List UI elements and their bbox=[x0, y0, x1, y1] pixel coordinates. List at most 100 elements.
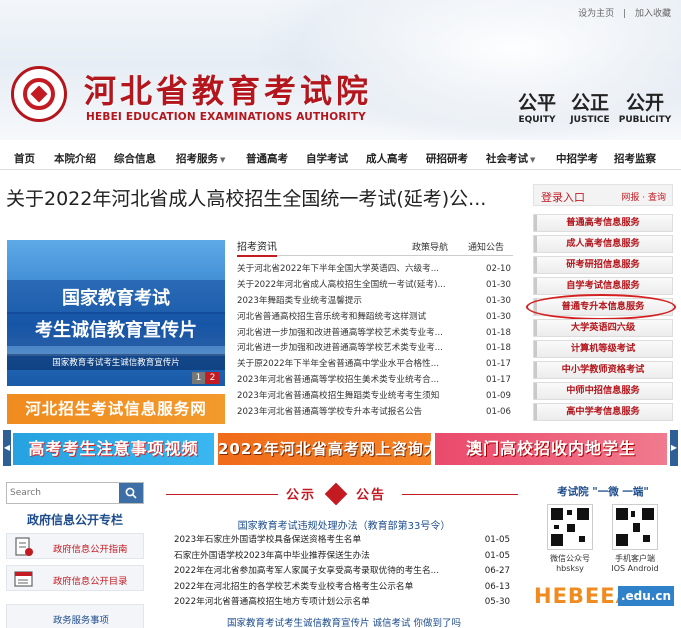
promo-macau[interactable]: 澳门高校招收内地学生 bbox=[435, 433, 667, 465]
add-favorite-link[interactable]: 加入收藏 bbox=[635, 9, 671, 19]
nav-general-info[interactable]: 综合信息 bbox=[114, 151, 156, 166]
chevron-down-icon: ▼ bbox=[530, 156, 536, 164]
tab-notices[interactable]: 通知公告 bbox=[468, 240, 504, 253]
nav-adult-exam[interactable]: 成人高考 bbox=[366, 151, 408, 166]
banner-page-1[interactable]: 1 bbox=[192, 372, 205, 384]
list-item[interactable]: 2023年舞蹈类专业统考温馨提示 01-30 bbox=[237, 294, 513, 310]
app-label: 手机客户端 IOS Android bbox=[605, 553, 665, 573]
nav-gaokao[interactable]: 普通高考 bbox=[246, 151, 288, 166]
login-entry-title[interactable]: 登录入口 bbox=[541, 189, 585, 205]
nav-social-exam[interactable]: 社会考试 ▼ bbox=[486, 151, 535, 166]
service-self-study[interactable]: 自学考试信息服务 bbox=[533, 277, 673, 295]
nav-home[interactable]: 首页 bbox=[14, 151, 35, 166]
service-xuekao[interactable]: 高中学考信息服务 bbox=[533, 403, 673, 421]
service-adult[interactable]: 成人高考信息服务 bbox=[533, 235, 673, 253]
integrity-video-link[interactable]: 国家教育考试考生诚信教育宣传片 诚信考试 你做到了吗 bbox=[174, 615, 514, 628]
login-links[interactable]: 网报 · 查询 bbox=[621, 190, 666, 203]
list-item[interactable]: 2022年在河北招生的各学校艺术类专业校考合格考生公示名单 06-13 bbox=[174, 580, 514, 596]
announce-title: 石家庄外国语学校2023年高中毕业推荐保送生办法 bbox=[174, 550, 370, 561]
divider bbox=[166, 494, 278, 495]
promo-consult-hall[interactable]: 2022年河北省高考网上咨询大厅 bbox=[218, 433, 431, 465]
news-title: 关于原2022年下半年全省普通高中学业水平合格性... bbox=[237, 359, 439, 370]
gov-services-label: 政务服务事项 bbox=[53, 615, 109, 626]
site-header: 设为主页 | 加入收藏 河北省教育考试院 HEBEI EDUCATION EXA… bbox=[0, 0, 681, 140]
nav-about[interactable]: 本院介绍 bbox=[54, 151, 96, 166]
news-date: 01-18 bbox=[486, 343, 511, 354]
news-date: 01-18 bbox=[486, 327, 511, 338]
announce-right-label[interactable]: 公告 bbox=[356, 484, 386, 503]
set-homepage-link[interactable]: 设为主页 bbox=[578, 9, 614, 19]
motto-justice-en: JUSTICE bbox=[570, 115, 610, 125]
search-button[interactable] bbox=[119, 483, 143, 503]
headline-link[interactable]: 关于2022年河北省成人高校招生全国统一考试(延考)公... bbox=[6, 184, 524, 211]
search-input[interactable] bbox=[7, 483, 119, 503]
news-title: 2023年河北省普通高校招生舞蹈类专业统考考生须知 bbox=[237, 391, 440, 402]
list-item[interactable]: 2023年河北省普通高等学校招生美术类专业统考合... 01-17 bbox=[237, 373, 513, 389]
list-item[interactable]: 石家庄外国语学校2023年高中毕业推荐保送生办法 01-05 bbox=[174, 549, 514, 565]
announce-date: 05-30 bbox=[484, 597, 510, 607]
nav-exam-services[interactable]: 招考服务 ▼ bbox=[176, 151, 225, 166]
list-item[interactable]: 河北省进一步加强和改进普通高等学校艺术类专业考... 01-18 bbox=[237, 341, 513, 357]
chevron-right-icon[interactable]: ▶ bbox=[670, 430, 678, 466]
hebeea-logo-link[interactable]: HEBEEA .edu.cn bbox=[534, 584, 674, 610]
list-item[interactable]: 2022年在河北省参加高考军人家属子女享受高考录取优待的考生名... 06-27 bbox=[174, 564, 514, 580]
announce-left-label[interactable]: 公示 bbox=[286, 484, 316, 503]
motto-publicity-cn: 公开 bbox=[625, 92, 664, 114]
list-item[interactable]: 2022年河北省普通高校招生地方专项计划公示名单 05-30 bbox=[174, 595, 514, 611]
logo-emblem-icon[interactable] bbox=[11, 66, 67, 122]
top-links-divider: | bbox=[623, 9, 627, 19]
nav-postgraduate[interactable]: 研招研考 bbox=[426, 151, 468, 166]
gov-catalog-label: 政府信息公开目录 bbox=[53, 576, 128, 587]
news-title: 2023年河北省普通高等学校招生美术类专业统考合... bbox=[237, 375, 439, 386]
banner-line1: 国家教育考试 bbox=[7, 280, 225, 314]
regulation-link[interactable]: 国家教育考试违规处理办法（教育部第33号令） bbox=[174, 517, 514, 532]
news-date: 01-30 bbox=[486, 279, 511, 290]
chevron-down-icon: ▼ bbox=[220, 156, 226, 164]
nav-zhongkao[interactable]: 中招学考 bbox=[556, 151, 598, 166]
gov-catalog-link[interactable]: 政府信息公开目录 bbox=[6, 565, 144, 591]
wechat-label: 微信公众号 hbsksy bbox=[540, 553, 600, 573]
service-computer-exam[interactable]: 计算机等级考试 bbox=[533, 340, 673, 358]
hebei-info-service-banner[interactable]: 河北招生考试信息服务网 bbox=[7, 394, 225, 424]
list-item[interactable]: 关于河北省2022年下半年全国大学英语四、六级考... 02-10 bbox=[237, 262, 513, 278]
site-subtitle: HEBEI EDUCATION EXAMINATIONS AUTHORITY bbox=[86, 111, 366, 123]
banner-caption: 国家教育考试考生诚信教育宣传片 bbox=[7, 354, 225, 370]
main-nav: 首页 本院介绍 综合信息 招考服务 ▼ 普通高考 自学考试 成人高考 研招研考 社… bbox=[0, 146, 681, 170]
service-postgraduate[interactable]: 研考研招信息服务 bbox=[533, 256, 673, 274]
news-list: 关于河北省2022年下半年全国大学英语四、六级考... 02-10 关于2022年… bbox=[237, 262, 513, 421]
tab-exam-news[interactable]: 招考资讯 bbox=[237, 238, 277, 257]
nav-self-study[interactable]: 自学考试 bbox=[306, 151, 348, 166]
list-item[interactable]: 2023年河北省普通高等学校专升本考试报名公告 01-06 bbox=[237, 405, 513, 421]
banner-page-2[interactable]: 2 bbox=[206, 372, 219, 384]
gov-info-title: 政府信息公开专栏 bbox=[26, 513, 123, 527]
motto-justice-cn: 公正 bbox=[570, 92, 609, 114]
app-label-2: IOS Android bbox=[611, 564, 659, 573]
nav-supervision[interactable]: 招考监察 bbox=[614, 151, 656, 166]
search-box bbox=[6, 482, 144, 504]
news-date: 01-30 bbox=[486, 311, 511, 322]
news-title: 河北省进一步加强和改进普通高等学校艺术类专业考... bbox=[237, 327, 443, 338]
chevron-left-icon[interactable]: ◀ bbox=[3, 430, 11, 466]
list-item[interactable]: 关于原2022年下半年全省普通高中学业水平合格性... 01-17 bbox=[237, 357, 513, 373]
list-item[interactable]: 关于2022年河北省成人高校招生全国统一考试(延考)... 01-30 bbox=[237, 278, 513, 294]
service-gaokao[interactable]: 普通高考信息服务 bbox=[533, 214, 673, 232]
news-date: 01-17 bbox=[486, 375, 511, 386]
gov-guide-link[interactable]: 政府信息公开指南 bbox=[6, 533, 144, 559]
site-title[interactable]: 河北省教育考试院 bbox=[84, 66, 372, 112]
news-date: 01-30 bbox=[486, 295, 511, 306]
list-item[interactable]: 河北省进一步加强和改进普通高等学校艺术类专业考... 01-18 bbox=[237, 326, 513, 342]
service-teacher-cert[interactable]: 中小学教师资格考试 bbox=[533, 361, 673, 379]
list-item[interactable]: 河北省普通高校招生音乐统考和舞蹈统考这样测试 01-30 bbox=[237, 310, 513, 326]
tab-policy[interactable]: 政策导航 bbox=[412, 240, 448, 253]
service-zhongshi[interactable]: 中师中招信息服务 bbox=[533, 382, 673, 400]
list-item[interactable]: 2023年河北省普通高校招生舞蹈类专业统考考生须知 01-09 bbox=[237, 389, 513, 405]
gov-services-link[interactable]: 政务服务事项 bbox=[6, 604, 144, 628]
video-banner[interactable]: 国家教育考试 考生诚信教育宣传片 国家教育考试考生诚信教育宣传片 12 bbox=[7, 240, 225, 386]
announce-list: 2023年石家庄外国语学校具备保送资格考生名单 01-05 石家庄外国语学校202… bbox=[174, 533, 514, 611]
nav-exam-services-label: 招考服务 bbox=[176, 153, 218, 165]
search-icon bbox=[125, 487, 137, 499]
promo-video[interactable]: 高考考生注意事项视频 bbox=[13, 433, 214, 465]
announce-header: 公示 公告 bbox=[166, 482, 518, 506]
service-cet[interactable]: 大学英语四六级 bbox=[533, 319, 673, 337]
list-item[interactable]: 2023年石家庄外国语学校具备保送资格考生名单 01-05 bbox=[174, 533, 514, 549]
